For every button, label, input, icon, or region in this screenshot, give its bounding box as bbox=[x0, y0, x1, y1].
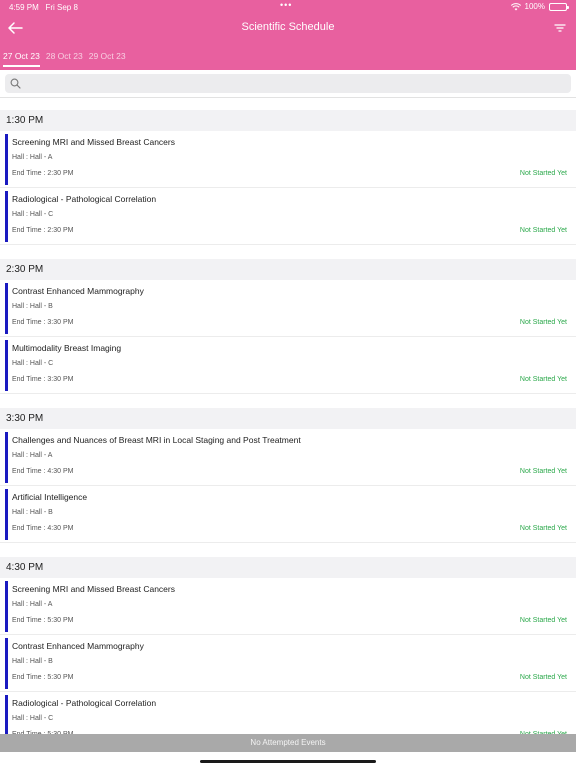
battery-icon bbox=[549, 2, 569, 11]
event-hall: Hall : Hall - C bbox=[12, 211, 54, 218]
home-indicator[interactable] bbox=[200, 760, 376, 763]
tab-date-2[interactable]: 28 Oct 23 bbox=[46, 51, 83, 67]
battery-percent: 100% bbox=[524, 2, 545, 11]
event-accent-bar bbox=[5, 638, 8, 689]
search-bar[interactable] bbox=[5, 74, 571, 93]
tab-date-3[interactable]: 29 Oct 23 bbox=[89, 51, 126, 67]
event-row[interactable]: Challenges and Nuances of Breast MRI in … bbox=[0, 429, 576, 486]
event-end: End Time : 2:30 PM bbox=[12, 227, 74, 234]
status-right: 100% bbox=[510, 2, 569, 11]
event-title: Radiological - Pathological Correlation bbox=[12, 698, 157, 708]
app-header: 4:59 PM Fri Sep 8 ••• 100% Scientific Sc… bbox=[0, 0, 576, 70]
event-title: Multimodality Breast Imaging bbox=[12, 343, 122, 353]
divider bbox=[0, 97, 576, 98]
event-end: End Time : 5:30 PM bbox=[12, 617, 74, 624]
event-status: Not Started Yet bbox=[519, 468, 567, 475]
event-end: End Time : 3:30 PM bbox=[12, 376, 74, 383]
event-row[interactable]: Radiological - Pathological Correlation H… bbox=[0, 188, 576, 245]
time-group-header: 1:30 PM bbox=[0, 110, 576, 131]
event-title: Screening MRI and Missed Breast Cancers bbox=[12, 137, 175, 147]
footer-bar[interactable]: No Attempted Events bbox=[0, 734, 576, 752]
event-row[interactable]: Contrast Enhanced Mammography Hall : Hall… bbox=[0, 280, 576, 337]
event-status: Not Started Yet bbox=[519, 319, 567, 326]
time-group-header: 4:30 PM bbox=[0, 557, 576, 578]
event-hall: Hall : Hall - A bbox=[12, 452, 53, 459]
event-row[interactable]: Radiological - Pathological Correlation H… bbox=[0, 692, 576, 735]
time-group: 1:30 PM Screening MRI and Missed Breast C… bbox=[0, 110, 576, 245]
event-title: Contrast Enhanced Mammography bbox=[12, 641, 144, 651]
event-accent-bar bbox=[5, 695, 8, 735]
event-status: Not Started Yet bbox=[519, 170, 567, 177]
tab-date-1[interactable]: 27 Oct 23 bbox=[3, 51, 40, 67]
schedule-list[interactable]: 1:30 PM Screening MRI and Missed Breast C… bbox=[0, 110, 576, 735]
event-accent-bar bbox=[5, 283, 8, 334]
event-hall: Hall : Hall - C bbox=[12, 715, 54, 722]
event-accent-bar bbox=[5, 581, 8, 632]
event-title: Contrast Enhanced Mammography bbox=[12, 286, 144, 296]
event-row[interactable]: Screening MRI and Missed Breast Cancers H… bbox=[0, 578, 576, 635]
event-accent-bar bbox=[5, 432, 8, 483]
event-end: End Time : 4:30 PM bbox=[12, 468, 74, 475]
event-title: Challenges and Nuances of Breast MRI in … bbox=[12, 435, 301, 445]
search-icon bbox=[10, 78, 21, 89]
time-group: 2:30 PM Contrast Enhanced Mammography Hall… bbox=[0, 259, 576, 394]
event-row[interactable]: Screening MRI and Missed Breast Cancers H… bbox=[0, 131, 576, 188]
date-tabs: 27 Oct 23 28 Oct 23 29 Oct 23 bbox=[3, 51, 126, 67]
time-group-header: 2:30 PM bbox=[0, 259, 576, 280]
event-title: Radiological - Pathological Correlation bbox=[12, 194, 157, 204]
event-hall: Hall : Hall - A bbox=[12, 601, 53, 608]
event-hall: Hall : Hall - A bbox=[12, 154, 53, 161]
search-input[interactable] bbox=[25, 74, 565, 93]
event-accent-bar bbox=[5, 340, 8, 391]
event-hall: Hall : Hall - B bbox=[12, 303, 53, 310]
event-end: End Time : 4:30 PM bbox=[12, 525, 74, 532]
event-hall: Hall : Hall - B bbox=[12, 509, 53, 516]
wifi-icon bbox=[510, 2, 521, 10]
event-end: End Time : 2:30 PM bbox=[12, 170, 74, 177]
event-accent-bar bbox=[5, 489, 8, 540]
filter-icon[interactable] bbox=[554, 22, 566, 34]
event-end: End Time : 5:30 PM bbox=[12, 674, 74, 681]
time-group: 4:30 PM Screening MRI and Missed Breast C… bbox=[0, 557, 576, 735]
page-title: Scientific Schedule bbox=[241, 21, 335, 33]
event-status: Not Started Yet bbox=[519, 376, 567, 383]
status-bar: 4:59 PM Fri Sep 8 ••• 100% bbox=[0, 0, 576, 14]
event-status: Not Started Yet bbox=[519, 525, 567, 532]
event-hall: Hall : Hall - B bbox=[12, 658, 53, 665]
event-status: Not Started Yet bbox=[519, 617, 567, 624]
status-time: 4:59 PM Fri Sep 8 bbox=[9, 3, 78, 12]
event-status: Not Started Yet bbox=[519, 674, 567, 681]
event-accent-bar bbox=[5, 191, 8, 242]
event-accent-bar bbox=[5, 134, 8, 185]
event-end: End Time : 3:30 PM bbox=[12, 319, 74, 326]
event-row[interactable]: Artificial Intelligence Hall : Hall - B En… bbox=[0, 486, 576, 543]
event-title: Screening MRI and Missed Breast Cancers bbox=[12, 584, 175, 594]
event-row[interactable]: Multimodality Breast Imaging Hall : Hall … bbox=[0, 337, 576, 394]
time-group-header: 3:30 PM bbox=[0, 408, 576, 429]
event-status: Not Started Yet bbox=[519, 227, 567, 234]
multitasking-dots-icon[interactable]: ••• bbox=[280, 0, 292, 10]
event-title: Artificial Intelligence bbox=[12, 492, 88, 502]
event-hall: Hall : Hall - C bbox=[12, 360, 54, 367]
time-group: 3:30 PM Challenges and Nuances of Breast … bbox=[0, 408, 576, 543]
event-row[interactable]: Contrast Enhanced Mammography Hall : Hall… bbox=[0, 635, 576, 692]
footer-text: No Attempted Events bbox=[250, 738, 326, 747]
